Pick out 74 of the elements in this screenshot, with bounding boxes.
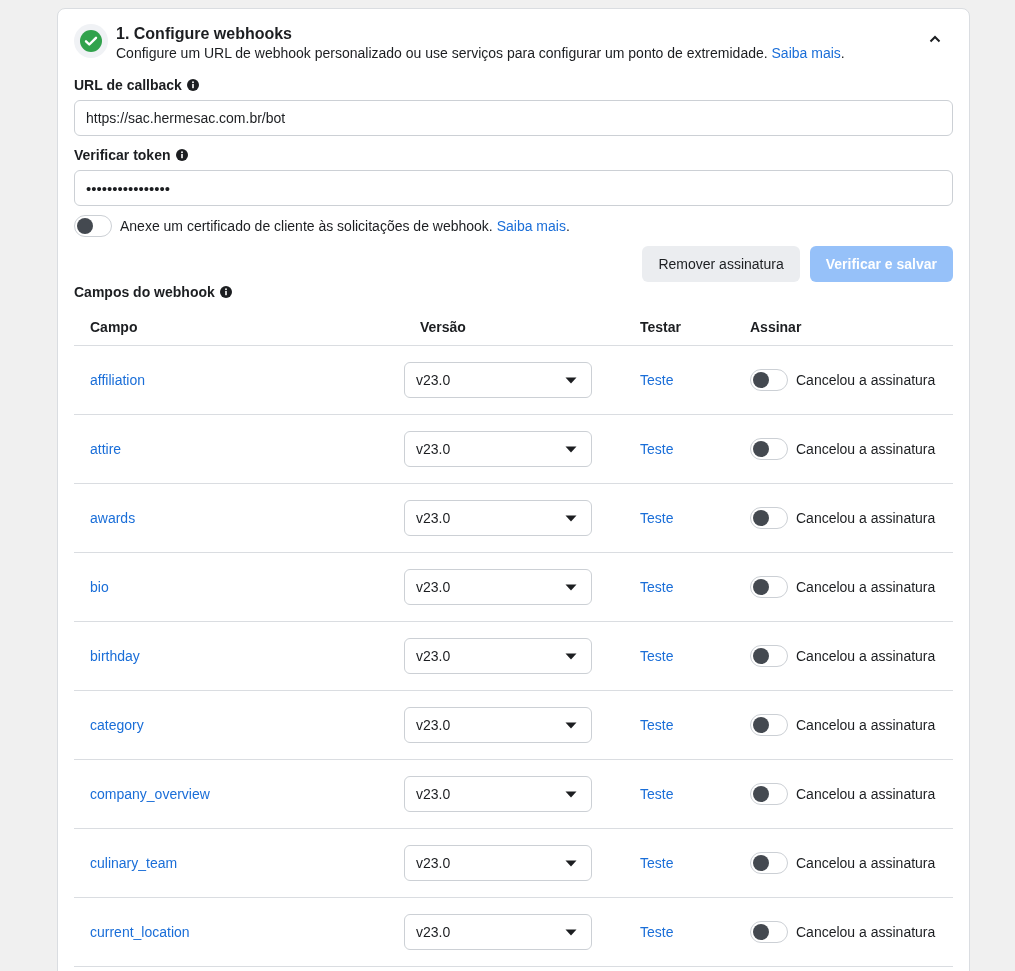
version-dropdown[interactable]: v23.0 [404, 362, 592, 398]
toggle-switch[interactable] [750, 714, 788, 736]
field-name-link[interactable]: attire [90, 441, 122, 457]
test-link[interactable]: Teste [640, 855, 674, 871]
column-header: Assinar [750, 319, 802, 335]
caret-down-icon [565, 721, 577, 729]
caret-down-icon [565, 514, 577, 522]
section-title: 1. Configure webhooks [116, 25, 293, 43]
remove-button[interactable]: Remover assinatura [642, 246, 800, 282]
toggle-switch[interactable] [750, 645, 788, 667]
column-header: Versão [420, 319, 466, 335]
field-label: Verificar token [74, 147, 188, 163]
test-link[interactable]: Teste [640, 717, 674, 733]
toggle-switch[interactable] [750, 783, 788, 805]
test-link[interactable]: Teste [640, 924, 674, 940]
section-label: Campos do webhook [74, 284, 953, 300]
certificate-text: Anexe um certificado de cliente às solicitações de webhook. Saiba mais. [120, 218, 570, 234]
version-dropdown[interactable]: v23.0 [404, 431, 592, 467]
subscription-status: Cancelou a assinatura [796, 855, 936, 871]
learn-more-link[interactable]: Saiba mais [771, 45, 841, 61]
caret-down-icon [565, 790, 577, 798]
subscription-status: Cancelou a assinatura [796, 786, 936, 802]
subscription-status: Cancelou a assinatura [796, 924, 936, 940]
column-header: Campo [90, 319, 138, 335]
subscription-status: Cancelou a assinatura [796, 579, 936, 595]
info-icon [175, 149, 188, 161]
toggle-switch[interactable] [750, 438, 788, 460]
caret-up-icon[interactable] [929, 35, 941, 43]
test-link[interactable]: Teste [640, 372, 674, 388]
section-description: Configure um URL de webhook personalizado ou use serviços para configurar um ponto de extremidade. Saiba mais. [116, 45, 846, 61]
field-name-link[interactable]: current_location [90, 924, 190, 940]
subscription-status: Cancelou a assinatura [796, 510, 936, 526]
version-dropdown[interactable]: v23.0 [404, 776, 592, 812]
token-field[interactable]: •••••••••••••••• [74, 170, 953, 206]
field-name-link[interactable]: company_overview [90, 786, 210, 802]
info-icon [186, 79, 199, 91]
toggle-switch[interactable] [750, 369, 788, 391]
info-icon [219, 286, 232, 298]
callback-url-field[interactable]: https://sac.hermesac.com.br/bot [74, 100, 953, 136]
field-name-link[interactable]: culinary_team [90, 855, 178, 871]
version-dropdown[interactable]: v23.0 [404, 638, 592, 674]
toggle-switch[interactable] [750, 921, 788, 943]
version-dropdown[interactable]: v23.0 [404, 569, 592, 605]
caret-down-icon [565, 652, 577, 660]
column-header: Testar [640, 319, 681, 335]
caret-down-icon [565, 583, 577, 591]
field-name-link[interactable]: bio [90, 579, 109, 595]
field-name-link[interactable]: category [90, 717, 144, 733]
version-dropdown[interactable]: v23.0 [404, 500, 592, 536]
toggle-switch[interactable] [750, 852, 788, 874]
subscription-status: Cancelou a assinatura [796, 717, 936, 733]
toggle-switch[interactable] [74, 215, 112, 237]
subscription-status: Cancelou a assinatura [796, 648, 936, 664]
caret-down-icon [565, 376, 577, 384]
version-dropdown[interactable]: v23.0 [404, 707, 592, 743]
subscription-status: Cancelou a assinatura [796, 441, 936, 457]
toggle-switch[interactable] [750, 576, 788, 598]
version-dropdown[interactable]: v23.0 [404, 845, 592, 881]
caret-down-icon [565, 928, 577, 936]
learn-more-link[interactable]: Saiba mais [496, 218, 566, 234]
field-name-link[interactable]: birthday [90, 648, 140, 664]
test-link[interactable]: Teste [640, 441, 674, 457]
field-label: URL de callback [74, 77, 199, 93]
test-link[interactable]: Teste [640, 579, 674, 595]
subscription-status: Cancelou a assinatura [796, 372, 936, 388]
caret-down-icon [565, 859, 577, 867]
caret-down-icon [565, 445, 577, 453]
toggle-switch[interactable] [750, 507, 788, 529]
test-link[interactable]: Teste [640, 786, 674, 802]
test-link[interactable]: Teste [640, 510, 674, 526]
field-name-link[interactable]: affiliation [90, 372, 145, 388]
field-name-link[interactable]: awards [90, 510, 136, 526]
version-dropdown[interactable]: v23.0 [404, 914, 592, 950]
test-link[interactable]: Teste [640, 648, 674, 664]
